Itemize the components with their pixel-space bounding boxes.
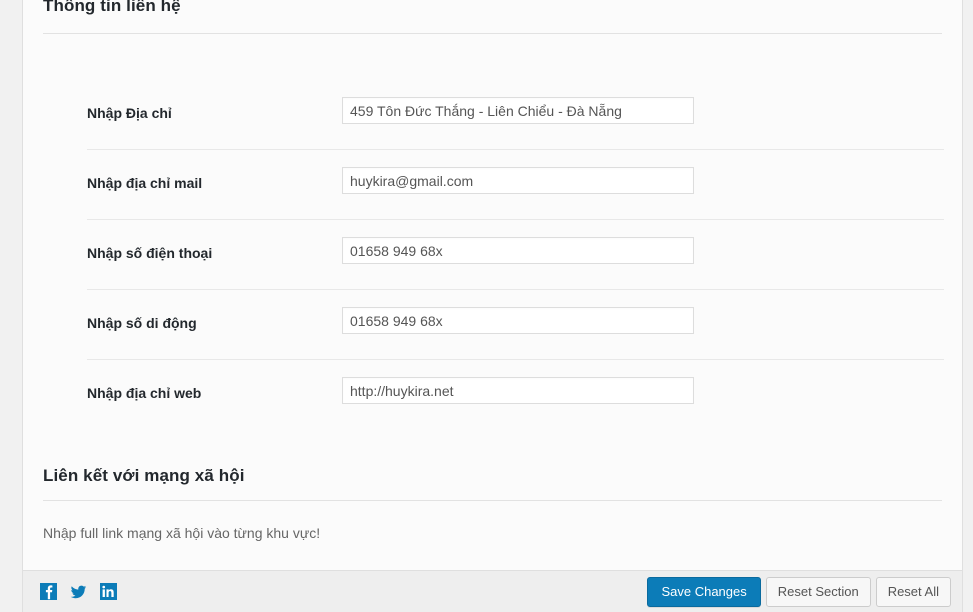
address-input[interactable] [342, 97, 694, 125]
phone-input[interactable] [342, 237, 694, 265]
linkedin-icon[interactable] [100, 583, 117, 600]
email-input[interactable] [342, 167, 694, 195]
contact-section-header: Thông tin liên hệ [23, 0, 962, 35]
field-label-mobile: Nhập số di động [87, 315, 197, 332]
twitter-icon[interactable] [70, 583, 87, 600]
field-row-website: Nhập địa chỉ web [23, 360, 962, 430]
social-section-header: Liên kết với mạng xã hội [23, 466, 962, 501]
field-label-email: Nhập địa chỉ mail [87, 175, 203, 192]
reset-all-button[interactable]: Reset All [875, 576, 951, 607]
field-row-address: Nhập Địa chỉ [23, 80, 962, 151]
contact-fields: Nhập Địa chỉ Nhập địa chỉ mail Nhập số đ… [23, 80, 962, 430]
field-control-phone [342, 220, 942, 265]
social-section-description-wrap: Nhập full link mạng xã hội vào từng khu … [23, 501, 962, 544]
social-section-spacer [23, 430, 962, 466]
facebook-icon[interactable] [40, 583, 57, 600]
field-control-email [342, 150, 942, 195]
social-section-description: Nhập full link mạng xã hội vào từng khu … [43, 524, 321, 541]
social-section-title: Liên kết với mạng xã hội [43, 466, 245, 486]
reset-section-button[interactable]: Reset Section [765, 576, 871, 607]
field-label-phone: Nhập số điện thoại [87, 245, 213, 262]
settings-panel-inner: Thông tin liên hệ Nhập Địa chỉ Nhập địa … [23, 0, 962, 612]
field-control-address [342, 80, 942, 125]
mobile-input[interactable] [342, 307, 694, 335]
save-changes-button[interactable]: Save Changes [647, 576, 761, 607]
field-row-email: Nhập địa chỉ mail [23, 150, 962, 221]
website-input[interactable] [342, 377, 694, 405]
field-control-mobile [342, 290, 942, 335]
field-control-website [342, 360, 942, 405]
footer-buttons: Save Changes Reset Section Reset All [647, 576, 951, 607]
footer-social-links [40, 583, 117, 600]
field-label-website: Nhập địa chỉ web [87, 385, 202, 402]
contact-section-spacer [23, 34, 962, 80]
settings-panel: Thông tin liên hệ Nhập Địa chỉ Nhập địa … [22, 0, 963, 612]
field-label-address: Nhập Địa chỉ [87, 105, 172, 122]
options-page: Thông tin liên hệ Nhập Địa chỉ Nhập địa … [0, 0, 973, 612]
contact-section-title: Thông tin liên hệ [43, 0, 181, 15]
field-row-phone: Nhập số điện thoại [23, 220, 962, 291]
footer-action-bar: Save Changes Reset Section Reset All [23, 570, 962, 612]
field-row-mobile: Nhập số di động [23, 290, 962, 361]
